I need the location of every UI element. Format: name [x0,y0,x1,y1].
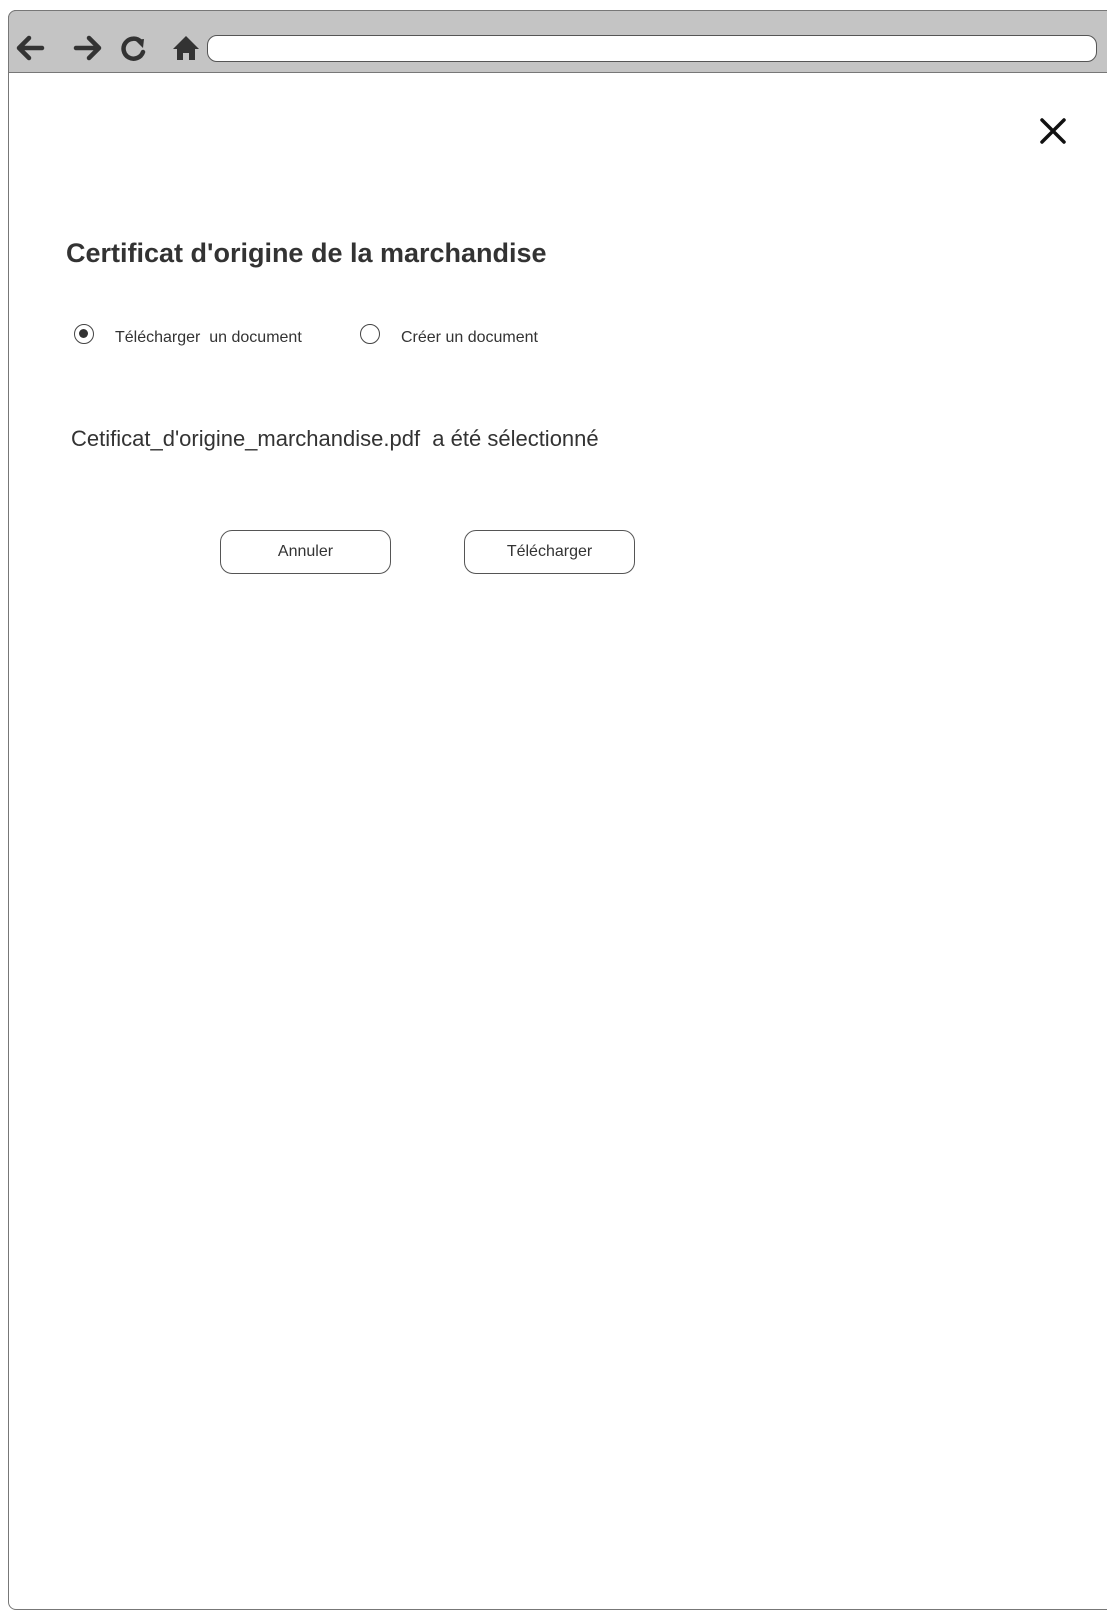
radio-selected-dot [79,329,88,338]
page-title: Certificat d'origine de la marchandise [66,238,547,268]
close-icon[interactable] [1036,114,1070,148]
radio-button-upload[interactable] [74,324,94,344]
radio-button-create[interactable] [360,324,380,344]
radio-label-upload: Télécharger un document [115,329,302,346]
reload-icon[interactable] [116,31,150,65]
back-arrow-icon[interactable] [12,31,46,65]
radio-label-create: Créer un document [401,329,538,346]
address-bar[interactable] [207,35,1097,62]
home-icon[interactable] [169,31,203,65]
forward-arrow-icon[interactable] [72,31,106,65]
upload-button[interactable]: Télécharger [464,530,635,574]
file-selected-message: Cetificat_d'origine_marchandise.pdf a ét… [71,426,599,451]
cancel-button[interactable]: Annuler [220,530,391,574]
